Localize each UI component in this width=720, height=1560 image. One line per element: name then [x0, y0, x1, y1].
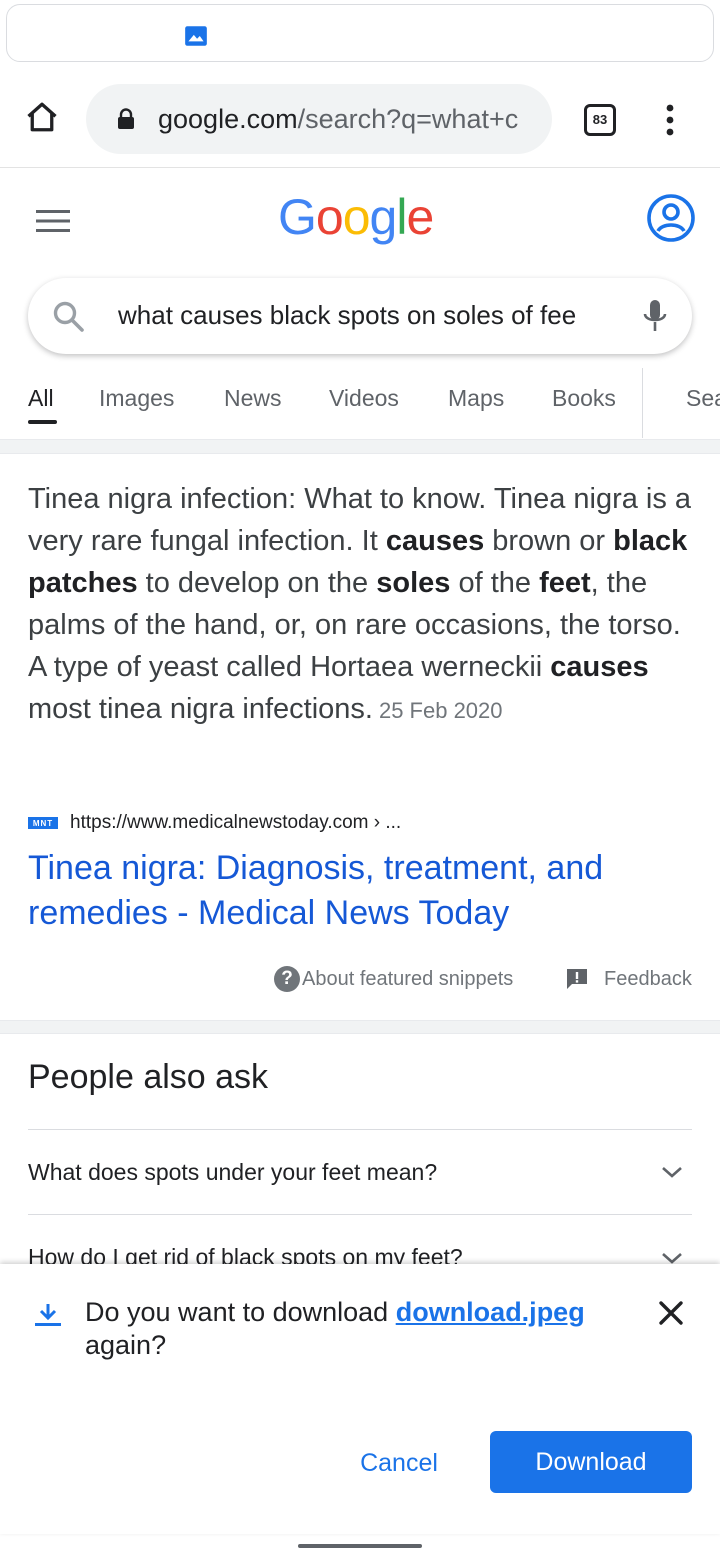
feedback-icon: [567, 969, 587, 989]
download-filename-link[interactable]: download.jpeg: [396, 1297, 585, 1327]
feedback-label: Feedback: [604, 967, 692, 990]
home-icon[interactable]: [24, 99, 60, 135]
result-title-link[interactable]: Tinea nigra: Diagnosis, treatment, and r…: [28, 846, 688, 936]
tab-search-tools[interactable]: Search tools: [686, 385, 720, 412]
logo-letter: l: [396, 189, 407, 245]
snippet-date: 25 Feb 2020: [378, 698, 503, 723]
image-icon: [185, 26, 207, 46]
source-url[interactable]: https://www.medicalnewstoday.com › ...: [70, 812, 401, 834]
about-featured-snippets-link[interactable]: ? About featured snippets: [274, 964, 513, 994]
active-tab-indicator: [28, 420, 57, 424]
about-featured-snippets-label: About featured snippets: [302, 967, 514, 990]
people-also-ask-title: People also ask: [28, 1058, 269, 1096]
snippet-segment: to develop on the: [137, 567, 377, 599]
download-message-suffix: again?: [85, 1330, 167, 1360]
tab-divider: [642, 368, 643, 438]
feedback-link[interactable]: Feedback: [566, 964, 692, 994]
tab-maps[interactable]: Maps: [448, 385, 504, 412]
snippet-segment: most tinea nigra infections.: [28, 693, 373, 725]
gesture-navigation-handle[interactable]: [298, 1544, 422, 1548]
chevron-down-icon[interactable]: [660, 1165, 684, 1179]
image-notice-card[interactable]: [6, 4, 714, 62]
download-message: Do you want to download download.jpeg aga…: [85, 1296, 625, 1362]
more-options-icon[interactable]: [660, 102, 680, 138]
question-item[interactable]: What does spots under your feet mean?: [28, 1159, 437, 1186]
cancel-button[interactable]: Cancel: [336, 1432, 462, 1494]
hamburger-menu-icon[interactable]: [36, 208, 70, 234]
snippet-highlight: causes: [385, 525, 485, 557]
snippet-segment: brown or: [484, 525, 614, 557]
logo-letter: g: [369, 189, 398, 245]
logo-letter: o: [342, 189, 371, 245]
tab-news[interactable]: News: [224, 385, 282, 412]
tab-videos[interactable]: Videos: [329, 385, 399, 412]
section-divider: [0, 440, 720, 454]
tab-books[interactable]: Books: [552, 385, 616, 412]
logo-letter: o: [315, 189, 344, 245]
account-icon[interactable]: [646, 193, 696, 243]
lock-icon: [118, 108, 134, 129]
snippet-segment: of the: [450, 567, 540, 599]
help-icon: ?: [274, 966, 300, 992]
logo-letter: e: [406, 189, 434, 245]
divider: [28, 1214, 692, 1215]
tab-images[interactable]: Images: [99, 385, 174, 412]
download-icon: [35, 1304, 61, 1326]
tab-switcher-button[interactable]: 83: [584, 104, 616, 136]
divider: [28, 1129, 692, 1130]
logo-letter: G: [278, 189, 317, 245]
section-divider: [0, 1020, 720, 1034]
featured-snippet-text: Tinea nigra infection: What to know. Tin…: [28, 478, 698, 732]
download-button[interactable]: Download: [490, 1431, 692, 1493]
snippet-highlight: feet: [539, 567, 591, 599]
address-bar[interactable]: google.com/search?q=what+c: [86, 84, 552, 154]
download-message-prefix: Do you want to download: [85, 1297, 396, 1327]
microphone-icon[interactable]: [640, 298, 670, 334]
snippet-highlight: causes: [550, 651, 649, 683]
tab-all[interactable]: All: [28, 385, 54, 412]
search-tabs: All Images News Videos Maps Books Search…: [0, 368, 720, 440]
snippet-source[interactable]: MNT https://www.medicalnewstoday.com › .…: [28, 810, 401, 836]
search-icon[interactable]: [52, 300, 86, 334]
url-text[interactable]: google.com/search?q=what+c: [158, 104, 538, 135]
download-prompt: Do you want to download download.jpeg aga…: [0, 1264, 720, 1534]
snippet-highlight: soles: [376, 567, 451, 599]
search-query[interactable]: what causes black spots on soles of fee: [118, 300, 618, 331]
search-box[interactable]: what causes black spots on soles of fee: [28, 278, 692, 354]
browser-toolbar: google.com/search?q=what+c 83: [0, 64, 720, 168]
chevron-down-icon[interactable]: [660, 1251, 684, 1265]
close-icon[interactable]: [656, 1298, 686, 1328]
google-logo[interactable]: Google: [278, 188, 434, 246]
site-favicon: MNT: [28, 817, 58, 829]
